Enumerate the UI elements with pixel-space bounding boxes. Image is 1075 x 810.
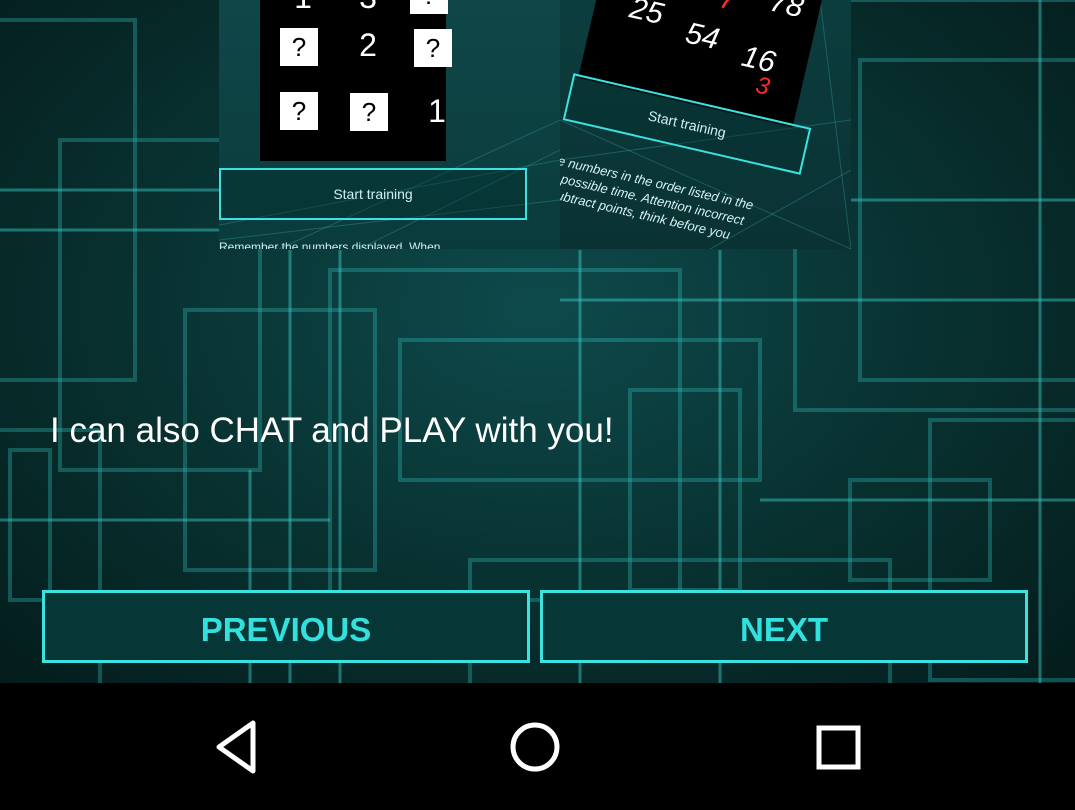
grid-cell: 1 <box>428 93 446 129</box>
grid-cell: ? <box>350 93 388 131</box>
grid-cell: ? <box>280 28 318 66</box>
card-number: 25 <box>626 0 667 32</box>
card-number: 7 <box>716 0 740 18</box>
card-number: 54 <box>682 16 723 57</box>
grid-cell: 1 <box>284 0 322 16</box>
grid-cell: ? <box>410 0 448 14</box>
intro-message: I can also CHAT and PLAY with you! <box>50 411 614 450</box>
start-training-button-preview: Start training <box>219 168 527 220</box>
back-icon[interactable] <box>205 683 265 810</box>
previous-button[interactable]: PREVIOUS <box>42 590 530 663</box>
home-icon[interactable] <box>505 683 565 810</box>
preview-footer-text: Remember the numbers displayed. When <box>219 240 441 249</box>
preview-screenshot-left: 1 3 ? ? 2 ? ? ? 1 Start training Remembe… <box>219 0 560 249</box>
grid-cell: ? <box>280 92 318 130</box>
grid-cell: ? <box>414 29 452 67</box>
recents-icon[interactable] <box>808 683 868 810</box>
card-number: 78 <box>766 0 807 25</box>
preview-screenshot-right: 7 78 25 54 16 3 Start training e numbers… <box>560 0 851 249</box>
app-screen: 1 3 ? ? 2 ? ? ? 1 Start training Remembe… <box>0 0 1075 683</box>
number-grid-card: 1 3 ? ? 2 ? ? ? 1 <box>260 0 452 161</box>
grid-cell: 3 <box>349 0 387 16</box>
next-button[interactable]: NEXT <box>540 590 1028 663</box>
android-nav-bar <box>0 683 1075 810</box>
grid-cell: 2 <box>359 27 377 63</box>
